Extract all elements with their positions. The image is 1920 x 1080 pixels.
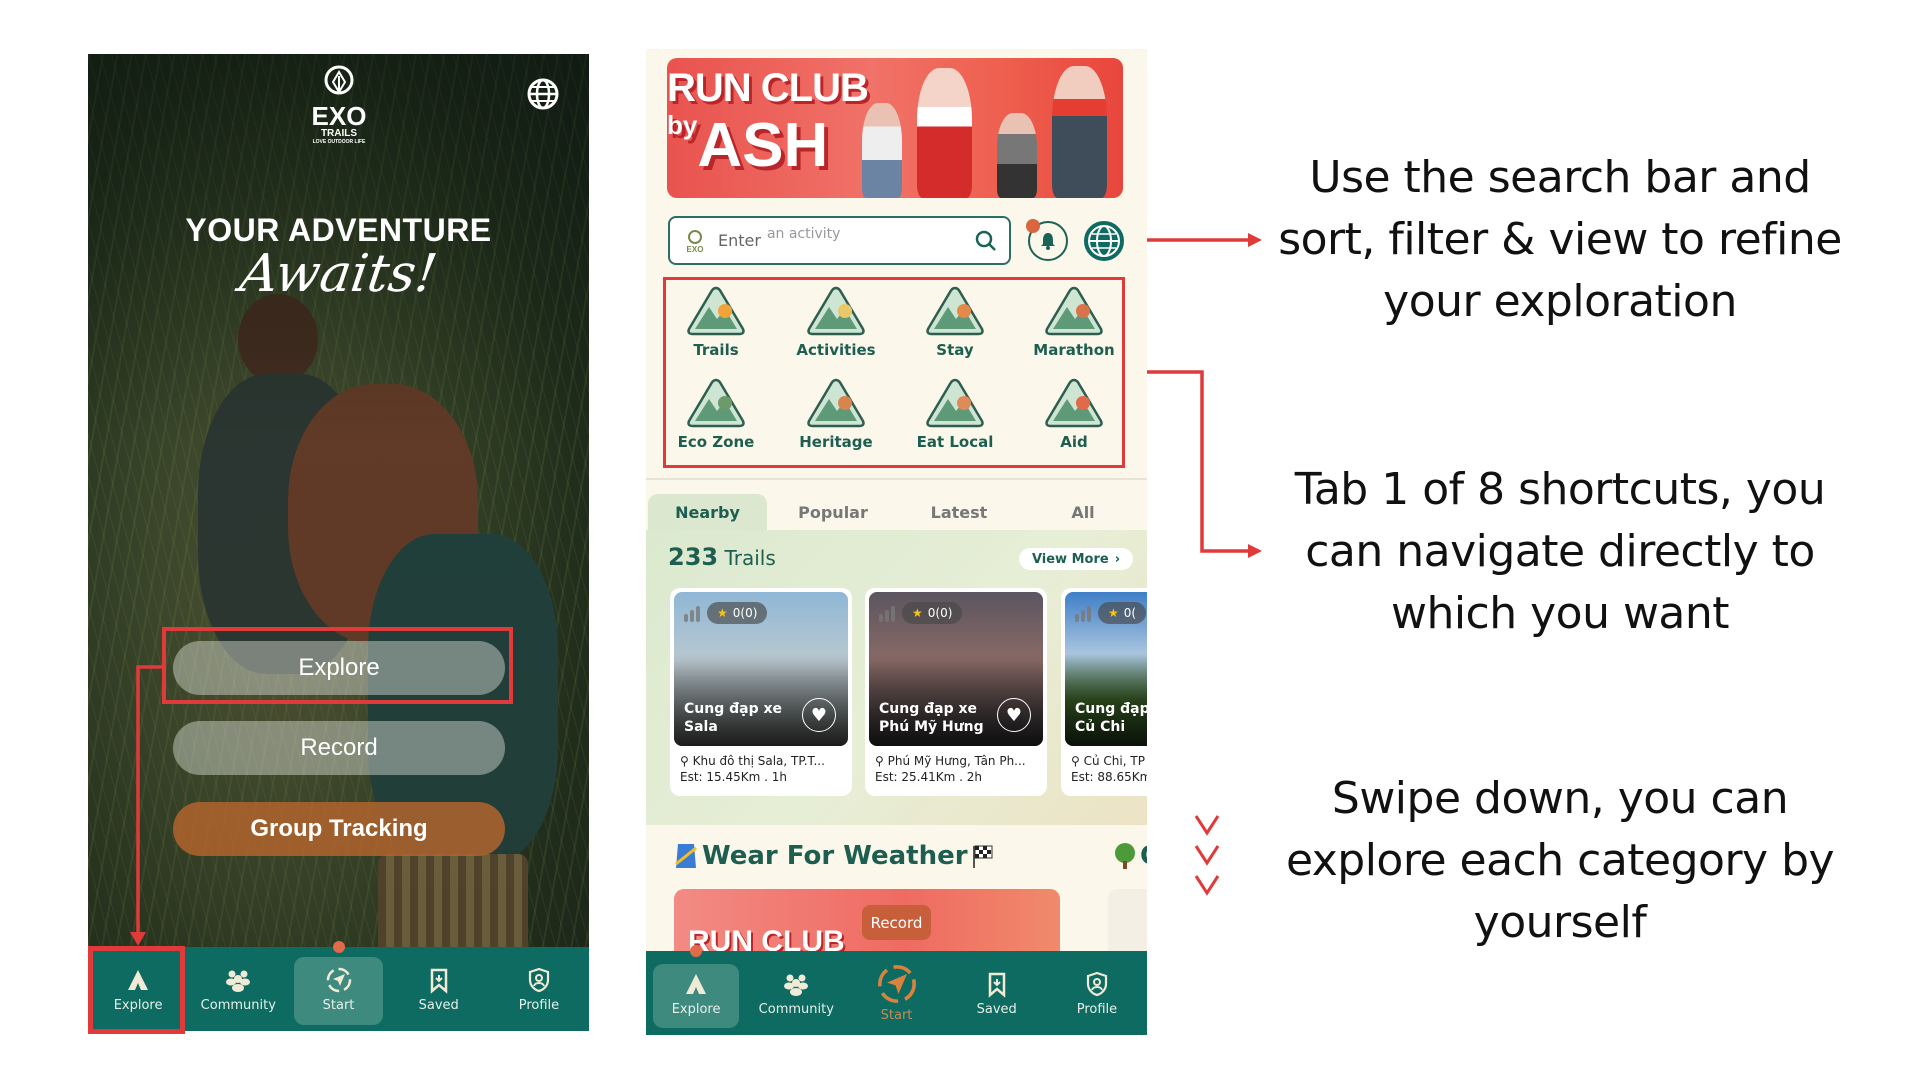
explore-screen: RUN CLUB byASH EXO Enter an activity Tra…: [646, 49, 1147, 1035]
difficulty-bars-icon: [879, 606, 895, 622]
divider: [646, 478, 1147, 480]
shortcut-eco-zone[interactable]: Eco Zone: [661, 377, 771, 451]
trail-tabs: Nearby Popular Latest All: [646, 494, 1147, 530]
tab-latest[interactable]: Latest: [909, 494, 1009, 530]
tent-icon: [686, 973, 707, 994]
trail-estimate: Est: 88.65Km: [1071, 770, 1147, 784]
rating-badge: ★ 0(0): [707, 602, 768, 624]
chevron-right-icon: ›: [1114, 551, 1121, 567]
trail-image: ★ 0(0) Cung đạp xe Sala ♥: [674, 592, 848, 746]
shortcut-activities[interactable]: Activities: [781, 285, 891, 359]
exo-logo-icon: EXO: [687, 229, 704, 254]
trail-card[interactable]: ★ 0(0) Cung đạp xe Sala ♥ ⚲ Khu đô thị Sala, …: [670, 588, 852, 796]
star-icon: ★: [1108, 606, 1119, 620]
shortcut-aid[interactable]: Aid: [1019, 377, 1129, 451]
tab-all[interactable]: All: [1033, 494, 1133, 530]
bell-icon: [1041, 233, 1055, 250]
explore-link-line: [136, 665, 162, 935]
tab-nearby[interactable]: Nearby: [648, 494, 767, 530]
tent-icon: [926, 286, 984, 336]
nav-explore[interactable]: Explore: [646, 945, 746, 1035]
pagoda-icon: [807, 378, 865, 428]
trail-count: 233 Trails: [668, 543, 776, 571]
compass-icon: [877, 964, 916, 1003]
arrow-head-down: [130, 932, 146, 946]
swipe-down-chevrons-icon: [1194, 815, 1220, 896]
first-aid-icon: [1045, 378, 1103, 428]
trail-location: ⚲ Khu đô thị Sala, TP.T...: [680, 754, 825, 768]
trail-title: Cung đạp xe Phú Mỹ Hưng: [879, 701, 984, 735]
favorite-heart-icon[interactable]: ♥: [802, 698, 836, 732]
trails-section: 233 Trails View More › ★ 0(0) Cung đạp xe Sa…: [646, 530, 1147, 825]
nav-start[interactable]: Start: [846, 951, 946, 1035]
banner-title: RUN CLUB: [667, 66, 869, 110]
globe-icon: [1088, 225, 1120, 257]
utensils-icon: [926, 378, 984, 428]
bookmark-icon: [988, 972, 1005, 998]
nav-community[interactable]: Community: [746, 951, 846, 1035]
shortcut-marathon[interactable]: Marathon: [1019, 285, 1129, 359]
runners-icon: [1045, 286, 1103, 336]
nav-saved[interactable]: Saved: [947, 951, 1047, 1035]
shortcut-heritage[interactable]: Heritage: [781, 377, 891, 451]
nav-profile[interactable]: Profile: [1047, 951, 1147, 1035]
favorite-heart-icon[interactable]: ♥: [997, 698, 1031, 732]
run-club-banner[interactable]: RUN CLUB byASH: [667, 58, 1123, 198]
shortcut-trails[interactable]: Trails: [661, 285, 771, 359]
trail-title: Cung đạp Củ Chi: [1075, 701, 1147, 735]
view-more-button[interactable]: View More ›: [1019, 548, 1133, 570]
difficulty-bars-icon: [684, 606, 700, 622]
location-pin-icon: ⚲: [1071, 754, 1080, 768]
trail-image: ★ 0( Cung đạp Củ Chi: [1065, 592, 1147, 746]
trail-estimate: Est: 15.45Km . 1h: [680, 770, 787, 784]
checkered-flag-icon: [972, 845, 993, 868]
shortcut-stay[interactable]: Stay: [900, 285, 1010, 359]
search-icon[interactable]: [975, 230, 997, 252]
earth-icon: [687, 378, 745, 428]
location-pin-icon: ⚲: [875, 754, 884, 768]
next-section-title: G: [1112, 841, 1147, 871]
community-icon: [784, 974, 809, 996]
trail-location: ⚲ Củ Chi, TP: [1071, 754, 1145, 768]
search-input[interactable]: EXO Enter an activity: [668, 216, 1011, 265]
svg-text:EXO: EXO: [687, 245, 704, 254]
star-icon: ★: [912, 606, 923, 620]
annotation-swipe: Swipe down, you can explore each category…: [1285, 773, 1835, 948]
tab-popular[interactable]: Popular: [783, 494, 883, 530]
rating-badge: ★ 0(0): [902, 602, 963, 624]
shoe-icon: [807, 286, 865, 336]
mountain-icon: [687, 286, 745, 336]
location-pin-icon: ⚲: [680, 754, 689, 768]
annotation-search: Use the search bar and sort, filter & vie…: [1278, 152, 1842, 327]
profile-shield-icon: [1086, 971, 1108, 996]
shortcut-eat-local[interactable]: Eat Local: [900, 377, 1010, 451]
trail-title: Cung đạp xe Sala: [684, 701, 782, 735]
banner-subtitle: byASH: [667, 110, 829, 180]
record-tooltip[interactable]: Record: [862, 905, 931, 940]
trail-image: ★ 0(0) Cung đạp xe Phú Mỹ Hưng ♥: [869, 592, 1043, 746]
language-button[interactable]: [1084, 221, 1124, 261]
jersey-icon: [675, 844, 697, 868]
annotation-shortcuts: Tab 1 of 8 shortcuts, you can navigate di…: [1294, 464, 1826, 639]
section-title: Wear For Weather: [674, 841, 994, 871]
trail-location: ⚲ Phú Mỹ Hưng, Tân Ph...: [875, 754, 1026, 768]
trail-card[interactable]: ★ 0( Cung đạp Củ Chi ⚲ Củ Chi, TP Est: 88.65K…: [1061, 588, 1147, 796]
tree-icon: [1115, 843, 1135, 869]
trail-card[interactable]: ★ 0(0) Cung đạp xe Phú Mỹ Hưng ♥ ⚲ Phú Mỹ Hưn…: [865, 588, 1047, 796]
star-icon: ★: [717, 606, 728, 620]
bottom-nav: Explore Community Start Saved Profile: [646, 945, 1147, 1035]
notification-button[interactable]: [1026, 219, 1068, 261]
difficulty-bars-icon: [1075, 606, 1091, 622]
rating-badge: ★ 0(: [1098, 602, 1147, 624]
trail-estimate: Est: 25.41Km . 2h: [875, 770, 982, 784]
